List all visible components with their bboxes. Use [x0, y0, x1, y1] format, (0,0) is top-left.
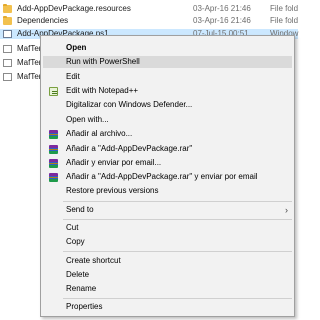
menu-item-open-with[interactable]: Open with... — [43, 114, 292, 126]
menu-item-copy[interactable]: Copy — [43, 236, 292, 248]
file-date: 03-Apr-16 21:46 — [193, 16, 251, 25]
menu-item-defender[interactable]: Digitalizar con Windows Defender... — [43, 99, 292, 111]
menu-item-label: Cut — [66, 223, 79, 232]
document-icon — [3, 45, 12, 53]
menu-item-run-powershell[interactable]: Run with PowerShell — [43, 56, 292, 68]
file-date: 03-Apr-16 21:46 — [193, 4, 251, 13]
menu-item-label: Añadir a "Add-AppDevPackage.rar" y envia… — [66, 172, 258, 181]
menu-item-label: Open — [66, 43, 87, 52]
folder-icon — [3, 4, 12, 13]
menu-item-properties[interactable]: Properties — [43, 301, 292, 313]
menu-item-label: Añadir y enviar por email... — [66, 158, 162, 167]
winrar-icon — [49, 145, 58, 154]
chevron-right-icon: › — [285, 205, 288, 215]
menu-item-label: Copy — [66, 237, 85, 246]
menu-separator — [63, 219, 292, 220]
menu-item-send-to[interactable]: Send to › — [43, 204, 292, 216]
menu-item-label: Properties — [66, 302, 103, 311]
menu-item-label: Create shortcut — [66, 256, 121, 265]
menu-item-rar-email[interactable]: Añadir y enviar por email... — [43, 157, 292, 169]
file-name: Add-AppDevPackage.resources — [17, 4, 131, 13]
winrar-icon — [49, 130, 58, 139]
context-menu: Open Run with PowerShell Edit Edit with … — [40, 35, 295, 317]
file-type: File fold — [270, 16, 299, 25]
menu-item-restore[interactable]: Restore previous versions — [43, 185, 292, 197]
file-name: Dependencies — [17, 16, 69, 25]
menu-item-rar-named-email[interactable]: Añadir a "Add-AppDevPackage.rar" y envia… — [43, 171, 292, 183]
menu-separator — [63, 251, 292, 252]
menu-item-label: Digitalizar con Windows Defender... — [66, 100, 193, 109]
winrar-icon — [49, 159, 58, 168]
menu-item-label: Restore previous versions — [66, 186, 159, 195]
menu-item-label: Rename — [66, 284, 97, 293]
menu-item-edit-notepad[interactable]: Edit with Notepad++ — [43, 85, 292, 97]
menu-separator — [63, 201, 292, 202]
menu-item-edit[interactable]: Edit — [43, 71, 292, 83]
menu-item-rar-add[interactable]: Añadir al archivo... — [43, 128, 292, 140]
file-row-resources[interactable]: Add-AppDevPackage.resources 03-Apr-16 21… — [0, 4, 298, 14]
menu-separator — [63, 298, 292, 299]
menu-item-label: Edit — [66, 72, 80, 81]
file-type: File fold — [270, 4, 299, 13]
document-icon — [3, 73, 12, 81]
menu-item-rename[interactable]: Rename — [43, 283, 292, 295]
notepad-plus-plus-icon — [49, 87, 58, 96]
document-icon — [3, 59, 12, 67]
menu-item-label: Send to — [66, 205, 94, 214]
menu-item-label: Delete — [66, 270, 90, 279]
menu-item-open[interactable]: Open — [43, 42, 292, 54]
folder-icon — [3, 16, 12, 25]
menu-item-label: Open with... — [66, 115, 109, 124]
menu-item-label: Añadir al archivo... — [66, 129, 133, 138]
menu-item-label: Run with PowerShell — [66, 57, 140, 66]
menu-item-cut[interactable]: Cut — [43, 222, 292, 234]
menu-item-delete[interactable]: Delete — [43, 269, 292, 281]
menu-item-label: Edit with Notepad++ — [66, 86, 139, 95]
file-row-dependencies[interactable]: Dependencies 03-Apr-16 21:46 File fold — [0, 16, 298, 26]
menu-item-label: Añadir a "Add-AppDevPackage.rar" — [66, 144, 193, 153]
menu-item-create-shortcut[interactable]: Create shortcut — [43, 255, 292, 267]
powershell-script-icon — [3, 30, 12, 38]
winrar-icon — [49, 173, 58, 182]
menu-item-rar-add-named[interactable]: Añadir a "Add-AppDevPackage.rar" — [43, 143, 292, 155]
